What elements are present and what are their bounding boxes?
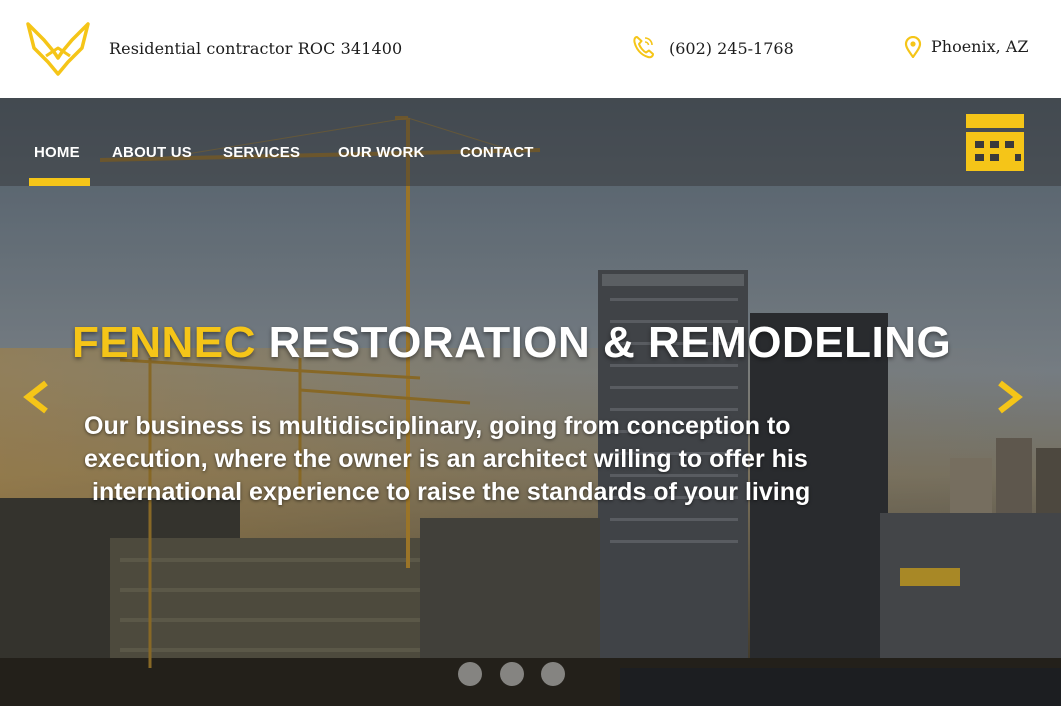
hero-headline-brand: FENNEC: [72, 318, 256, 367]
hero-headline-rest: RESTORATION & REMODELING: [255, 318, 952, 367]
nav-item-services[interactable]: SERVICES: [223, 144, 300, 161]
calendar-icon[interactable]: [966, 114, 1024, 171]
phone-number-link[interactable]: (602) 245-1768: [669, 39, 794, 58]
phone-icon: [633, 36, 654, 59]
slider-dot[interactable]: [500, 662, 524, 686]
nav-item-home[interactable]: HOME: [34, 144, 80, 161]
hero-description-line: execution, where the owner is an archite…: [84, 445, 808, 473]
slider-pagination: [458, 662, 568, 686]
chevron-right-icon[interactable]: [996, 380, 1024, 414]
hero-headline: FENNEC RESTORATION & REMODELING: [72, 318, 1012, 368]
fennec-logo-icon[interactable]: [26, 18, 90, 78]
chevron-left-icon[interactable]: [22, 380, 50, 414]
top-info-bar: Residential contractor ROC 341400 (602) …: [0, 0, 1061, 98]
map-pin-icon: [904, 36, 922, 58]
hero-slider: HOME ABOUT US SERVICES OUR WORK CONTACT …: [0, 98, 1061, 706]
nav-item-about-us[interactable]: ABOUT US: [112, 144, 192, 161]
hero-overlay: [0, 98, 1061, 706]
nav-item-contact[interactable]: CONTACT: [460, 144, 534, 161]
hero-description-line: international experience to raise the st…: [92, 478, 811, 506]
location-text: Phoenix, AZ: [931, 37, 1029, 56]
active-nav-indicator: [29, 178, 90, 186]
slider-dot[interactable]: [458, 662, 482, 686]
slider-dot[interactable]: [541, 662, 565, 686]
hero-description-line: Our business is multidisciplinary, going…: [84, 412, 791, 440]
nav-item-our-work[interactable]: OUR WORK: [338, 144, 425, 161]
hero-description: Our business is multidisciplinary, going…: [84, 410, 924, 509]
contractor-license-text: Residential contractor ROC 341400: [109, 39, 403, 58]
main-navigation: HOME ABOUT US SERVICES OUR WORK CONTACT: [0, 98, 1061, 186]
